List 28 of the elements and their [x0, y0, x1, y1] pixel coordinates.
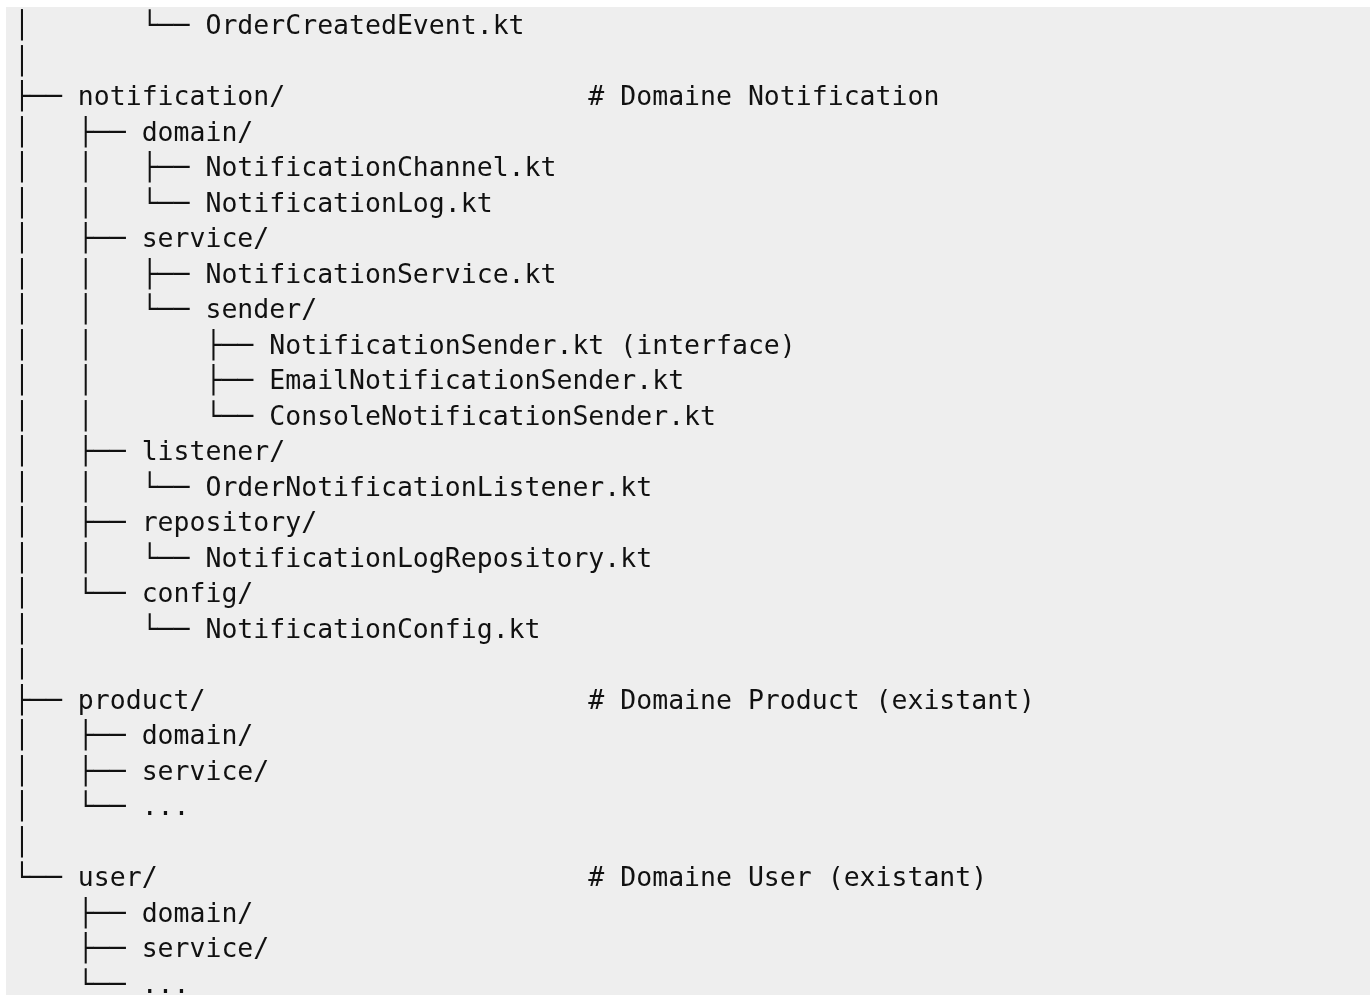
code-line: ├── product/ # Domaine Product (existant) [14, 682, 1036, 717]
code-line: │ ├── listener/ [14, 434, 286, 469]
code-line: │ ├── service/ [14, 221, 270, 256]
code-line: │ [14, 43, 30, 78]
code-line: │ │ ├── NotificationChannel.kt [14, 150, 557, 185]
code-line: │ [14, 824, 30, 859]
code-line: │ └── NotificationConfig.kt [14, 611, 541, 646]
code-line: │ [14, 647, 30, 682]
code-line: │ └── ... [14, 789, 190, 824]
code-line: │ │ ├── NotificationSender.kt (interface) [14, 327, 796, 362]
code-line: │ ├── domain/ [14, 718, 254, 753]
code-line: │ │ ├── EmailNotificationSender.kt [14, 363, 685, 398]
code-line: └── ... [76, 966, 190, 995]
code-line: │ ├── domain/ [14, 114, 254, 149]
code-line: │ └── OrderCreatedEvent.kt [14, 8, 525, 43]
code-line: ├── domain/ [76, 895, 254, 930]
code-line: ├── notification/ # Domaine Notification [14, 79, 940, 114]
code-line: │ │ └── NotificationLogRepository.kt [14, 540, 653, 575]
code-line: │ ├── service/ [14, 753, 270, 788]
code-line: │ └── config/ [14, 576, 254, 611]
code-line: ├── service/ [76, 931, 270, 966]
code-line: │ │ └── NotificationLog.kt [14, 185, 493, 220]
code-line: │ │ └── ConsoleNotificationSender.kt [14, 398, 716, 433]
code-line: │ ├── repository/ [14, 505, 318, 540]
code-line: └── user/ # Domaine User (existant) [14, 860, 988, 894]
code-line: │ │ └── OrderNotificationListener.kt [14, 469, 653, 504]
code-line: │ │ ├── NotificationService.kt [14, 256, 557, 291]
code-line: │ │ └── sender/ [14, 292, 318, 327]
